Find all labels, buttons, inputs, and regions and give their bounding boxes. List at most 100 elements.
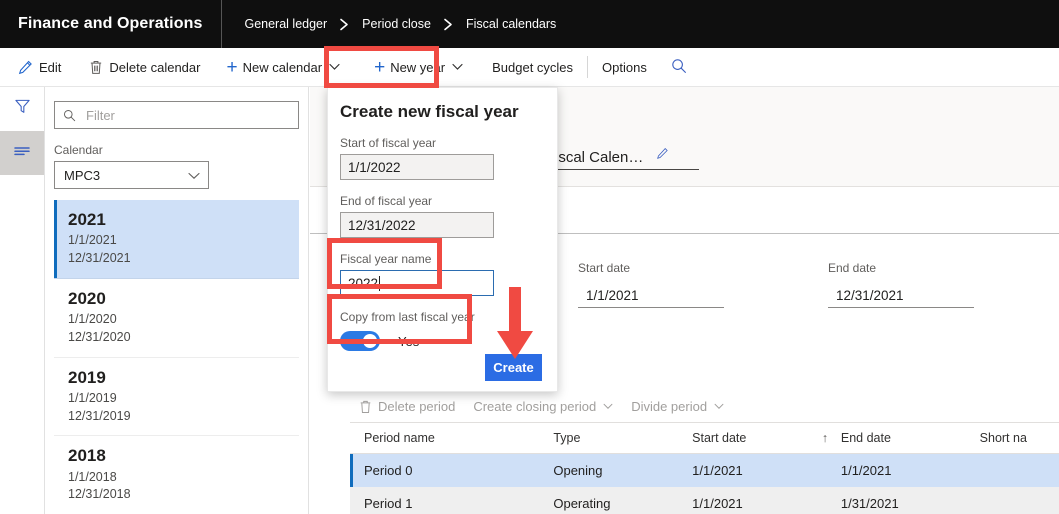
period-grid: Delete period Create closing period Divi… [350,391,1059,514]
filter-input[interactable] [84,106,290,124]
start-of-fiscal-year-label: Start of fiscal year [340,136,437,150]
list-item-end: 12/31/2020 [68,329,131,344]
command-bar-divider [587,56,589,78]
dialog-title: Create new fiscal year [340,102,519,121]
search-icon [63,109,76,122]
copy-from-last-fiscal-year-value: Yes [398,333,420,349]
cell-type: Opening [553,463,603,478]
list-item[interactable]: 2018 1/1/2018 12/31/2018 [54,436,299,514]
chevron-right-icon [443,18,454,31]
breadcrumb-item-fiscal-calendars[interactable]: Fiscal calendars [466,17,556,31]
list-item-end: 12/31/2021 [68,251,131,265]
end-of-fiscal-year-input[interactable]: 12/31/2022 [340,212,494,238]
column-header-end-date[interactable]: End date [841,431,980,445]
period-grid-header: Period name Type Start date ↑ End date S… [350,422,1059,454]
chevron-down-icon [329,63,340,71]
start-date-group: Start date 1/1/2021 [578,261,724,308]
table-row[interactable]: Period 0 Opening 1/1/2021 1/1/2021 [350,454,1059,487]
plus-icon: + [374,56,386,78]
fiscal-year-name-value: 2022 [348,275,379,291]
cell-end-date: 1/31/2021 [840,496,899,511]
chevron-down-icon [603,403,613,410]
column-header-period-name[interactable]: Period name [350,431,553,445]
sort-ascending-icon: ↑ [821,431,829,445]
start-of-fiscal-year-input[interactable]: 1/1/2022 [340,154,494,180]
trash-icon [89,60,103,75]
search-icon [671,58,687,77]
list-item-start: 1/1/2020 [68,312,117,326]
breadcrumb-item-period-close[interactable]: Period close [362,17,431,31]
list-item[interactable]: 2020 1/1/2020 12/31/2020 [54,279,299,358]
options-button[interactable]: Options [592,48,657,87]
calendar-select-label: Calendar [54,143,103,157]
list-item-start: 1/1/2018 [68,469,117,484]
search-button[interactable] [657,48,701,87]
create-closing-period-button[interactable]: Create closing period [464,391,622,422]
cell-end-date: 1/1/2021 [840,463,892,478]
list-lines-icon [13,144,31,163]
list-item[interactable]: 2019 1/1/2019 12/31/2019 [54,358,299,437]
calendar-select[interactable]: MPC3 [54,161,209,189]
filter-pane-button[interactable] [0,87,44,131]
calendar-name-field[interactable]: iscal Calen… [555,147,700,170]
cell-start-date: 1/1/2021 [692,463,743,478]
list-item-year: 2018 [68,446,106,466]
column-header-short-name[interactable]: Short na [980,431,1059,445]
breadcrumb-item-general-ledger[interactable]: General ledger [244,17,327,31]
title-bar: Finance and Operations General ledger Pe… [0,0,1059,48]
chevron-down-icon [452,63,463,71]
fiscal-year-list-panel: Calendar MPC3 2021 1/1/2021 12/31/2021 2… [45,87,309,514]
cell-period-name: Period 0 [364,463,413,478]
new-calendar-label: New calendar [242,59,323,75]
annotation-arrow-create [492,285,538,363]
cell-period-name: Period 1 [364,496,413,511]
list-item-year: 2021 [68,210,106,229]
edit-button[interactable]: Edit [8,48,71,87]
options-label: Options [602,59,647,75]
divide-period-label: Divide period [631,399,708,414]
pencil-icon[interactable] [656,147,669,165]
edit-label: Edit [39,59,62,75]
delete-calendar-button[interactable]: Delete calendar [79,48,210,87]
new-calendar-button[interactable]: + New calendar [216,48,350,87]
cell-start-date: 1/1/2021 [692,496,743,511]
table-row[interactable]: Period 1 Operating 1/1/2021 1/31/2021 [350,487,1059,514]
budget-cycles-button[interactable]: Budget cycles [482,48,583,87]
delete-calendar-label: Delete calendar [109,59,201,75]
end-of-fiscal-year-value: 12/31/2022 [348,217,416,233]
end-of-fiscal-year-label: End of fiscal year [340,194,433,208]
app-root: Finance and Operations General ledger Pe… [0,0,1059,514]
list-pane-button[interactable] [0,131,44,175]
delete-period-button[interactable]: Delete period [350,391,464,422]
list-item-start: 1/1/2021 [68,233,117,248]
toggle-knob [363,334,377,348]
column-header-type[interactable]: Type [553,431,692,445]
fiscal-year-list: 2021 1/1/2021 12/31/2021 2020 1/1/2020 1… [54,200,299,514]
breadcrumb: General ledger Period close Fiscal calen… [222,17,556,31]
chevron-right-icon [339,18,350,31]
list-item[interactable]: 2021 1/1/2021 12/31/2021 [54,200,299,279]
new-year-button[interactable]: + New year [364,48,473,87]
list-item-year: 2019 [68,367,106,387]
fiscal-year-name-label: Fiscal year name [340,252,432,266]
divide-period-button[interactable]: Divide period [622,391,733,422]
list-item-year: 2020 [68,288,106,308]
end-date-value[interactable]: 12/31/2021 [828,288,974,308]
column-header-start-date[interactable]: Start date [692,431,809,445]
cell-type: Operating [553,496,611,511]
end-date-label: End date [828,261,877,275]
start-date-label: Start date [578,261,631,275]
copy-from-last-fiscal-year-toggle[interactable] [340,331,380,351]
fiscal-year-name-input[interactable]: 2022 [340,270,494,296]
start-date-value[interactable]: 1/1/2021 [578,288,724,308]
text-cursor [379,275,381,291]
budget-cycles-label: Budget cycles [492,59,574,75]
delete-period-label: Delete period [378,399,456,414]
end-date-group: End date 12/31/2021 [828,261,974,308]
funnel-icon [14,98,31,120]
filter-field[interactable] [54,101,299,129]
app-title: Finance and Operations [18,15,203,32]
chevron-down-icon [188,168,200,183]
left-icon-rail [0,87,45,514]
calendar-name-value: iscal Calen… [555,149,700,170]
